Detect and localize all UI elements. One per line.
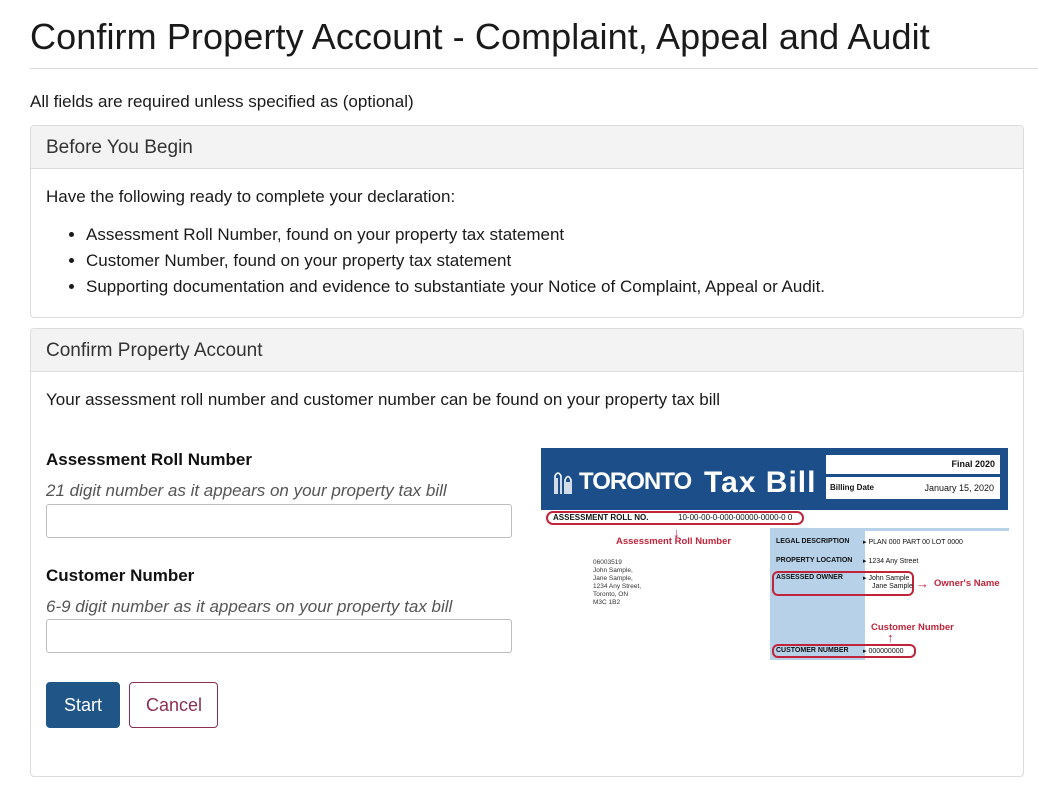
right-arrow-icon: → <box>916 576 929 591</box>
before-you-begin-panel: Before You Begin Have the following read… <box>30 125 1024 318</box>
panel-intro: Have the following ready to complete you… <box>46 187 456 206</box>
roll-number-help: 21 digit number as it appears on your pr… <box>46 481 447 500</box>
confirm-account-panel: Confirm Property Account Your assessment… <box>30 328 1024 777</box>
customer-number-label: Customer Number <box>46 566 195 585</box>
list-item: Assessment Roll Number, found on your pr… <box>86 222 825 248</box>
roll-number-label: Assessment Roll Number <box>46 450 252 469</box>
roll-number-field-label: ASSESSMENT ROLL NO. <box>553 513 649 522</box>
address-line: John Sample, <box>593 567 633 574</box>
toronto-logo: TORONTO <box>553 468 692 495</box>
billing-date-value: January 15, 2020 <box>924 483 994 493</box>
customer-number-input[interactable] <box>46 619 512 653</box>
legal-description-value: ▸ PLAN 000 PART 00 LOT 0000 <box>863 539 963 546</box>
start-button[interactable]: Start <box>46 682 120 728</box>
property-location-value: ▸ 1234 Any Street <box>863 558 919 565</box>
billing-date-box: Billing Date January 15, 2020 <box>826 477 1000 499</box>
property-location-label: PROPERTY LOCATION <box>776 557 853 564</box>
customer-number-help: 6-9 digit number as it appears on your p… <box>46 597 453 616</box>
roll-number-callout: Assessment Roll Number <box>616 536 732 547</box>
customer-number-field-label: CUSTOMER NUMBER <box>776 647 849 654</box>
owner-name-1: John Sample <box>868 575 910 582</box>
tax-bill-banner: TORONTO Tax Bill Final 2020 Billing Date… <box>541 448 1008 510</box>
legal-description-text: PLAN 000 PART 00 LOT 0000 <box>868 539 963 546</box>
customer-number-text: 000000000 <box>868 648 904 655</box>
owner-name-callout: Owner's Name <box>934 578 1000 589</box>
roll-number-highlight: ASSESSMENT ROLL NO. 10-00-00-0-000-00000… <box>546 511 804 525</box>
toronto-city-hall-icon <box>554 472 572 494</box>
address-line: 1234 Any Street, <box>593 583 642 590</box>
property-location-text: 1234 Any Street <box>868 558 919 565</box>
list-item: Supporting documentation and evidence to… <box>86 274 825 300</box>
address-line: Jane Sample, <box>593 575 633 582</box>
bill-final-year: Final 2020 <box>826 455 1000 474</box>
panel-intro: Your assessment roll number and customer… <box>46 390 721 409</box>
roll-number-input[interactable] <box>46 504 512 538</box>
address-line: 06003519 <box>593 559 622 566</box>
assessed-owner-value-2: Jane Sample <box>872 583 913 590</box>
page-title: Confirm Property Account - Complaint, Ap… <box>30 16 930 57</box>
toronto-logo-text: TORONTO <box>579 468 692 495</box>
roll-number-field-value: 10-00-00-0-000-00000-0000-0 0 <box>678 513 793 522</box>
panel-heading: Before You Begin <box>31 126 1023 169</box>
title-divider <box>30 68 1038 69</box>
assessed-owner-value: ▸ John Sample <box>863 575 910 582</box>
panel-heading: Confirm Property Account <box>31 329 1023 372</box>
address-line: M3C 1B2 <box>593 599 621 606</box>
requirements-list: Assessment Roll Number, found on your pr… <box>86 222 825 300</box>
address-line: Toronto, ON <box>593 591 629 598</box>
billing-date-label: Billing Date <box>830 483 875 492</box>
customer-number-callout: Customer Number <box>871 622 954 633</box>
customer-number-field-value: ▸ 000000000 <box>863 648 904 655</box>
assessed-owner-label: ASSESSED OWNER <box>776 574 843 581</box>
legal-description-label: LEGAL DESCRIPTION <box>776 538 850 545</box>
list-item: Customer Number, found on your property … <box>86 248 825 274</box>
cancel-button[interactable]: Cancel <box>129 682 218 728</box>
up-arrow-icon: ↑ <box>887 630 894 645</box>
tax-bill-illustration: TORONTO Tax Bill Final 2020 Billing Date… <box>541 448 1009 660</box>
mailing-address: 06003519 John Sample, Jane Sample, 1234 … <box>593 559 641 607</box>
tax-bill-title: Tax Bill <box>704 466 817 499</box>
required-fields-note: All fields are required unless specified… <box>30 92 414 111</box>
